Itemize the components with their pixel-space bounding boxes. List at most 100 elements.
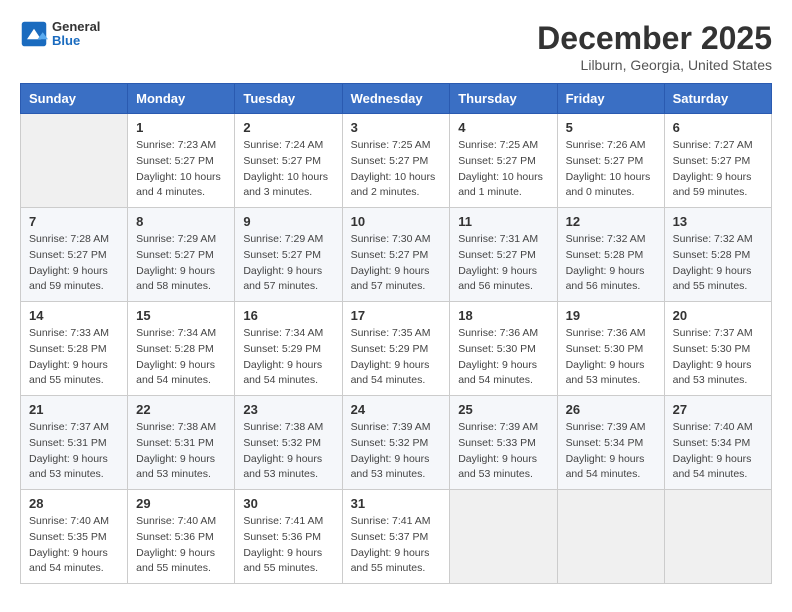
day-number: 20 xyxy=(673,308,763,323)
day-number: 14 xyxy=(29,308,119,323)
day-number: 1 xyxy=(136,120,226,135)
logo-icon xyxy=(20,20,48,48)
day-info: Sunrise: 7:30 AM Sunset: 5:27 PM Dayligh… xyxy=(351,232,442,295)
calendar-cell: 25Sunrise: 7:39 AM Sunset: 5:33 PM Dayli… xyxy=(450,396,557,490)
logo: General Blue xyxy=(20,20,100,49)
calendar-cell: 18 Sunrise: 7:36 AM Sunset: 5:30 PM Dayli… xyxy=(450,302,557,396)
day-number: 23 xyxy=(243,402,333,417)
day-number: 3 xyxy=(351,120,442,135)
week-row-3: 14 Sunrise: 7:33 AM Sunset: 5:28 PM Dayli… xyxy=(21,302,772,396)
logo-text: General Blue xyxy=(52,20,100,49)
day-info: Sunrise: 7:38 AM Sunset: 5:32 PM Dayligh… xyxy=(243,420,333,483)
calendar-cell xyxy=(557,490,664,584)
day-info: Sunrise: 7:28 AM Sunset: 5:27 PM Dayligh… xyxy=(29,232,119,295)
week-row-1: 1 Sunrise: 7:23 AM Sunset: 5:27 PM Daylig… xyxy=(21,114,772,208)
day-number: 17 xyxy=(351,308,442,323)
day-number: 9 xyxy=(243,214,333,229)
day-number: 28 xyxy=(29,496,119,511)
day-info: Sunrise: 7:24 AM Sunset: 5:27 PM Dayligh… xyxy=(243,138,333,201)
weekday-header-monday: Monday xyxy=(128,84,235,114)
day-info: Sunrise: 7:41 AM Sunset: 5:36 PM Dayligh… xyxy=(243,514,333,577)
calendar-cell: 1 Sunrise: 7:23 AM Sunset: 5:27 PM Daylig… xyxy=(128,114,235,208)
day-number: 19 xyxy=(566,308,656,323)
calendar-cell: 10 Sunrise: 7:30 AM Sunset: 5:27 PM Dayli… xyxy=(342,208,450,302)
week-row-4: 21Sunrise: 7:37 AM Sunset: 5:31 PM Dayli… xyxy=(21,396,772,490)
day-number: 8 xyxy=(136,214,226,229)
calendar-cell: 3 Sunrise: 7:25 AM Sunset: 5:27 PM Daylig… xyxy=(342,114,450,208)
calendar-cell: 5 Sunrise: 7:26 AM Sunset: 5:27 PM Daylig… xyxy=(557,114,664,208)
weekday-header-tuesday: Tuesday xyxy=(235,84,342,114)
calendar-cell: 13Sunrise: 7:32 AM Sunset: 5:28 PM Dayli… xyxy=(664,208,771,302)
location: Lilburn, Georgia, United States xyxy=(537,57,772,73)
day-info: Sunrise: 7:29 AM Sunset: 5:27 PM Dayligh… xyxy=(136,232,226,295)
weekday-header-sunday: Sunday xyxy=(21,84,128,114)
day-number: 7 xyxy=(29,214,119,229)
day-info: Sunrise: 7:31 AM Sunset: 5:27 PM Dayligh… xyxy=(458,232,548,295)
calendar-cell: 17 Sunrise: 7:35 AM Sunset: 5:29 PM Dayli… xyxy=(342,302,450,396)
calendar: SundayMondayTuesdayWednesdayThursdayFrid… xyxy=(20,83,772,584)
calendar-cell xyxy=(664,490,771,584)
day-number: 4 xyxy=(458,120,548,135)
day-number: 11 xyxy=(458,214,548,229)
day-info: Sunrise: 7:36 AM Sunset: 5:30 PM Dayligh… xyxy=(458,326,548,389)
week-row-2: 7 Sunrise: 7:28 AM Sunset: 5:27 PM Daylig… xyxy=(21,208,772,302)
calendar-cell: 23 Sunrise: 7:38 AM Sunset: 5:32 PM Dayli… xyxy=(235,396,342,490)
day-info: Sunrise: 7:25 AM Sunset: 5:27 PM Dayligh… xyxy=(351,138,442,201)
logo-general: General xyxy=(52,20,100,34)
calendar-cell: 26 Sunrise: 7:39 AM Sunset: 5:34 PM Dayli… xyxy=(557,396,664,490)
day-number: 18 xyxy=(458,308,548,323)
day-info: Sunrise: 7:36 AM Sunset: 5:30 PM Dayligh… xyxy=(566,326,656,389)
day-info: Sunrise: 7:40 AM Sunset: 5:36 PM Dayligh… xyxy=(136,514,226,577)
day-info: Sunrise: 7:23 AM Sunset: 5:27 PM Dayligh… xyxy=(136,138,226,201)
day-info: Sunrise: 7:26 AM Sunset: 5:27 PM Dayligh… xyxy=(566,138,656,201)
day-info: Sunrise: 7:37 AM Sunset: 5:30 PM Dayligh… xyxy=(673,326,763,389)
month-title: December 2025 xyxy=(537,20,772,57)
calendar-cell: 9 Sunrise: 7:29 AM Sunset: 5:27 PM Daylig… xyxy=(235,208,342,302)
day-number: 6 xyxy=(673,120,763,135)
day-info: Sunrise: 7:37 AM Sunset: 5:31 PM Dayligh… xyxy=(29,420,119,483)
day-number: 2 xyxy=(243,120,333,135)
calendar-cell: 16 Sunrise: 7:34 AM Sunset: 5:29 PM Dayli… xyxy=(235,302,342,396)
day-info: Sunrise: 7:39 AM Sunset: 5:34 PM Dayligh… xyxy=(566,420,656,483)
day-number: 22 xyxy=(136,402,226,417)
day-number: 12 xyxy=(566,214,656,229)
day-info: Sunrise: 7:27 AM Sunset: 5:27 PM Dayligh… xyxy=(673,138,763,201)
day-number: 24 xyxy=(351,402,442,417)
day-info: Sunrise: 7:29 AM Sunset: 5:27 PM Dayligh… xyxy=(243,232,333,295)
day-number: 5 xyxy=(566,120,656,135)
weekday-header-thursday: Thursday xyxy=(450,84,557,114)
day-number: 10 xyxy=(351,214,442,229)
day-info: Sunrise: 7:33 AM Sunset: 5:28 PM Dayligh… xyxy=(29,326,119,389)
weekday-header-row: SundayMondayTuesdayWednesdayThursdayFrid… xyxy=(21,84,772,114)
day-number: 30 xyxy=(243,496,333,511)
day-number: 16 xyxy=(243,308,333,323)
weekday-header-saturday: Saturday xyxy=(664,84,771,114)
day-info: Sunrise: 7:41 AM Sunset: 5:37 PM Dayligh… xyxy=(351,514,442,577)
calendar-cell: 28Sunrise: 7:40 AM Sunset: 5:35 PM Dayli… xyxy=(21,490,128,584)
calendar-cell: 21Sunrise: 7:37 AM Sunset: 5:31 PM Dayli… xyxy=(21,396,128,490)
calendar-cell: 20 Sunrise: 7:37 AM Sunset: 5:30 PM Dayli… xyxy=(664,302,771,396)
day-info: Sunrise: 7:34 AM Sunset: 5:29 PM Dayligh… xyxy=(243,326,333,389)
page-header: General Blue December 2025 Lilburn, Geor… xyxy=(20,20,772,73)
calendar-cell: 12Sunrise: 7:32 AM Sunset: 5:28 PM Dayli… xyxy=(557,208,664,302)
day-number: 29 xyxy=(136,496,226,511)
calendar-cell: 14 Sunrise: 7:33 AM Sunset: 5:28 PM Dayli… xyxy=(21,302,128,396)
calendar-cell xyxy=(450,490,557,584)
calendar-cell: 27Sunrise: 7:40 AM Sunset: 5:34 PM Dayli… xyxy=(664,396,771,490)
day-info: Sunrise: 7:39 AM Sunset: 5:32 PM Dayligh… xyxy=(351,420,442,483)
calendar-cell: 4Sunrise: 7:25 AM Sunset: 5:27 PM Daylig… xyxy=(450,114,557,208)
day-number: 26 xyxy=(566,402,656,417)
calendar-cell: 6 Sunrise: 7:27 AM Sunset: 5:27 PM Daylig… xyxy=(664,114,771,208)
calendar-cell: 19 Sunrise: 7:36 AM Sunset: 5:30 PM Dayli… xyxy=(557,302,664,396)
day-number: 27 xyxy=(673,402,763,417)
day-number: 15 xyxy=(136,308,226,323)
calendar-cell: 2 Sunrise: 7:24 AM Sunset: 5:27 PM Daylig… xyxy=(235,114,342,208)
day-info: Sunrise: 7:39 AM Sunset: 5:33 PM Dayligh… xyxy=(458,420,548,483)
weekday-header-friday: Friday xyxy=(557,84,664,114)
week-row-5: 28Sunrise: 7:40 AM Sunset: 5:35 PM Dayli… xyxy=(21,490,772,584)
calendar-cell: 15Sunrise: 7:34 AM Sunset: 5:28 PM Dayli… xyxy=(128,302,235,396)
day-info: Sunrise: 7:32 AM Sunset: 5:28 PM Dayligh… xyxy=(673,232,763,295)
day-info: Sunrise: 7:35 AM Sunset: 5:29 PM Dayligh… xyxy=(351,326,442,389)
calendar-cell: 22Sunrise: 7:38 AM Sunset: 5:31 PM Dayli… xyxy=(128,396,235,490)
calendar-cell: 11 Sunrise: 7:31 AM Sunset: 5:27 PM Dayli… xyxy=(450,208,557,302)
